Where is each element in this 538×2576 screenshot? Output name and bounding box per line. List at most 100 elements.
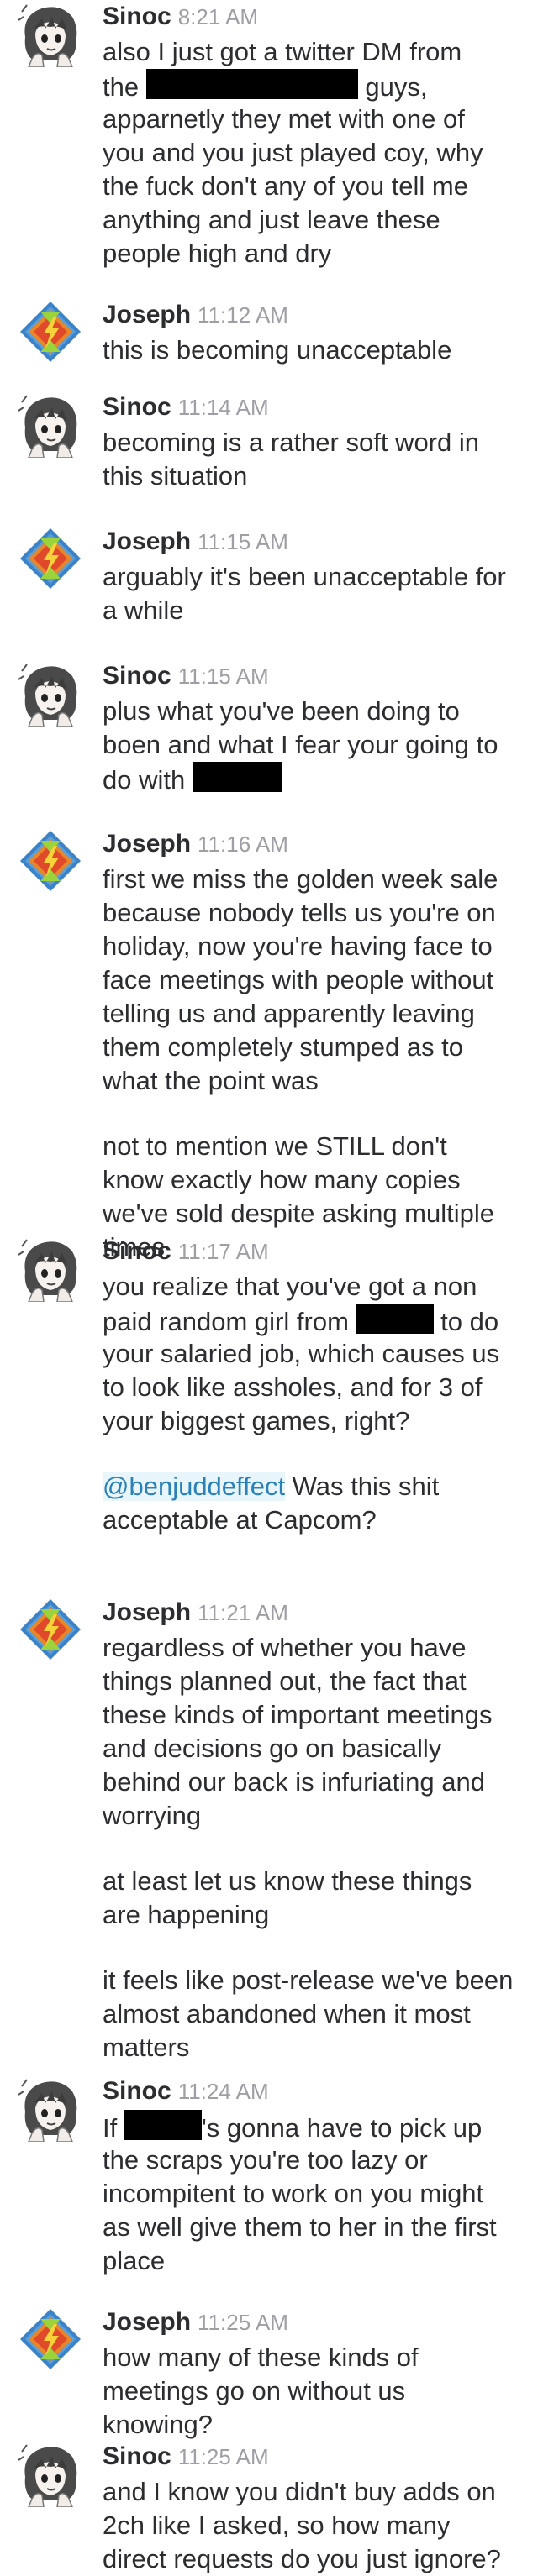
- message-line: and I know you didn't buy adds on: [103, 2477, 496, 2506]
- redaction-block: [356, 1304, 434, 1334]
- sender-name[interactable]: Sinoc: [103, 1237, 171, 1265]
- message-line: becoming is a rather soft word in: [103, 428, 479, 457]
- message-text: plus what you've been doing to boen and w…: [103, 695, 531, 795]
- message-line: what the point was: [103, 1066, 319, 1095]
- sender-name[interactable]: Joseph: [103, 301, 191, 328]
- message-line: know exactly how many copies: [103, 1165, 461, 1194]
- message-header: Joseph 11:12 AM: [103, 298, 288, 332]
- message-text: at least let us know these things are hap…: [103, 1865, 531, 1932]
- avatar-sinoc[interactable]: [17, 659, 84, 727]
- sender-name[interactable]: Sinoc: [103, 3, 171, 30]
- message-line: the guys,: [103, 69, 531, 102]
- message-line: these kinds of important meetings: [103, 1700, 493, 1729]
- avatar-joseph[interactable]: [17, 827, 84, 895]
- message-line: paid random girl from to do: [103, 1304, 531, 1337]
- redaction-block: [192, 762, 282, 792]
- sender-name[interactable]: Joseph: [103, 527, 191, 555]
- message-header: Joseph 11:16 AM: [103, 827, 288, 861]
- message-line: boen and what I fear your going to: [103, 730, 498, 759]
- avatar-joseph[interactable]: [17, 525, 84, 592]
- message-line: things planned out, the fact that: [103, 1666, 467, 1696]
- timestamp[interactable]: 11:12 AM: [198, 302, 288, 328]
- message-line: acceptable at Capcom?: [103, 1505, 377, 1535]
- message-line: a while: [103, 595, 184, 625]
- message-text: it feels like post-release we've been alm…: [103, 1964, 531, 2064]
- message-line: because nobody tells us you're on: [103, 898, 496, 927]
- timestamp[interactable]: 11:14 AM: [178, 395, 269, 420]
- user-mention[interactable]: @benjuddeffect: [103, 1472, 286, 1501]
- message-line: direct requests do you just ignore?: [103, 2544, 501, 2573]
- avatar-joseph[interactable]: [17, 1596, 84, 1663]
- message-line: 2ch like I asked, so how many: [103, 2510, 451, 2540]
- avatar-joseph[interactable]: [17, 2306, 84, 2373]
- message-line: you realize that you've got a non: [103, 1272, 477, 1301]
- message-line: them completely stumped as to: [103, 1032, 464, 1062]
- message-line: @benjuddeffect Was this shit: [103, 1472, 440, 1501]
- message-line: this is becoming unacceptable: [103, 335, 452, 365]
- avatar-sinoc[interactable]: [17, 2075, 84, 2142]
- message-line: regardless of whether you have: [103, 1633, 467, 1662]
- message-line: also I just got a twitter DM from: [103, 37, 462, 66]
- message-line: telling us and apparently leaving: [103, 999, 475, 1028]
- message-text: also I just got a twitter DM from the guy…: [103, 35, 531, 270]
- sender-name[interactable]: Sinoc: [103, 393, 171, 421]
- message-line: place: [103, 2246, 166, 2275]
- message-text: becoming is a rather soft word in this si…: [103, 426, 531, 493]
- message-text: arguably it's been unacceptable for a whi…: [103, 560, 531, 627]
- message-line: worrying: [103, 1801, 202, 1830]
- message-line: we've sold despite asking multiple: [103, 1199, 494, 1228]
- message-line: do with: [103, 762, 531, 795]
- message-text: this is becoming unacceptable: [103, 333, 531, 367]
- message-line: and decisions go on basically: [103, 1734, 442, 1763]
- message-line: knowing?: [103, 2410, 213, 2439]
- message-line: matters: [103, 2033, 190, 2062]
- sender-name[interactable]: Joseph: [103, 830, 191, 858]
- avatar-sinoc[interactable]: [17, 1235, 84, 1302]
- sender-name[interactable]: Joseph: [103, 2308, 191, 2336]
- message-line: it feels like post-release we've been: [103, 1965, 514, 1995]
- timestamp[interactable]: 11:15 AM: [198, 529, 288, 554]
- message-line: you and you just played coy, why: [103, 138, 483, 167]
- message-header: Joseph 11:15 AM: [103, 525, 288, 559]
- timestamp[interactable]: 11:17 AM: [178, 1239, 269, 1264]
- message-line: as well give them to her in the first: [103, 2212, 497, 2242]
- timestamp[interactable]: 11:16 AM: [198, 832, 288, 857]
- timestamp[interactable]: 11:15 AM: [178, 664, 269, 689]
- message-line: meetings go on without us: [103, 2376, 406, 2405]
- message-header: Sinoc 11:14 AM: [103, 391, 269, 424]
- message-header: Sinoc 8:21 AM: [103, 0, 258, 34]
- timestamp[interactable]: 11:25 AM: [178, 2444, 269, 2469]
- message-line: the fuck don't any of you tell me: [103, 171, 468, 201]
- message-line: incompitent to work on you might: [103, 2179, 484, 2208]
- message-header: Sinoc 11:15 AM: [103, 659, 269, 693]
- message-line: how many of these kinds of: [103, 2343, 419, 2372]
- sender-name[interactable]: Sinoc: [103, 2077, 171, 2105]
- message-line: holiday, now you're having face to: [103, 931, 493, 961]
- sender-name[interactable]: Joseph: [103, 1598, 191, 1626]
- timestamp[interactable]: 11:21 AM: [198, 1600, 288, 1625]
- timestamp[interactable]: 8:21 AM: [178, 4, 258, 29]
- message-line: arguably it's been unacceptable for: [103, 562, 506, 591]
- message-line: behind our back is infuriating and: [103, 1767, 485, 1797]
- avatar-joseph[interactable]: [17, 298, 84, 365]
- message-line: plus what you've been doing to: [103, 696, 460, 726]
- redaction-block: [124, 2110, 202, 2140]
- avatar-sinoc[interactable]: [17, 391, 84, 458]
- message-line: this situation: [103, 461, 248, 491]
- avatar-sinoc[interactable]: [17, 2440, 84, 2507]
- message-line: If 's gonna have to pick up: [103, 2110, 531, 2143]
- message-line: apparnetly they met with one of: [103, 104, 465, 134]
- message-line: anything and just leave these: [103, 205, 440, 234]
- timestamp[interactable]: 11:24 AM: [178, 2079, 269, 2104]
- message-text: you realize that you've got a non paid ra…: [103, 1270, 531, 1438]
- timestamp[interactable]: 11:25 AM: [198, 2310, 288, 2335]
- message-header: Joseph 11:21 AM: [103, 1596, 288, 1629]
- message-text: and I know you didn't buy adds on 2ch lik…: [103, 2475, 531, 2576]
- message-line: the scraps you're too lazy or: [103, 2145, 428, 2175]
- redaction-block: [145, 69, 358, 99]
- message-header: Sinoc 11:25 AM: [103, 2440, 269, 2474]
- sender-name[interactable]: Sinoc: [103, 2442, 171, 2470]
- avatar-sinoc[interactable]: [17, 0, 84, 67]
- message-text: regardless of whether you have things pla…: [103, 1631, 531, 1833]
- sender-name[interactable]: Sinoc: [103, 662, 171, 690]
